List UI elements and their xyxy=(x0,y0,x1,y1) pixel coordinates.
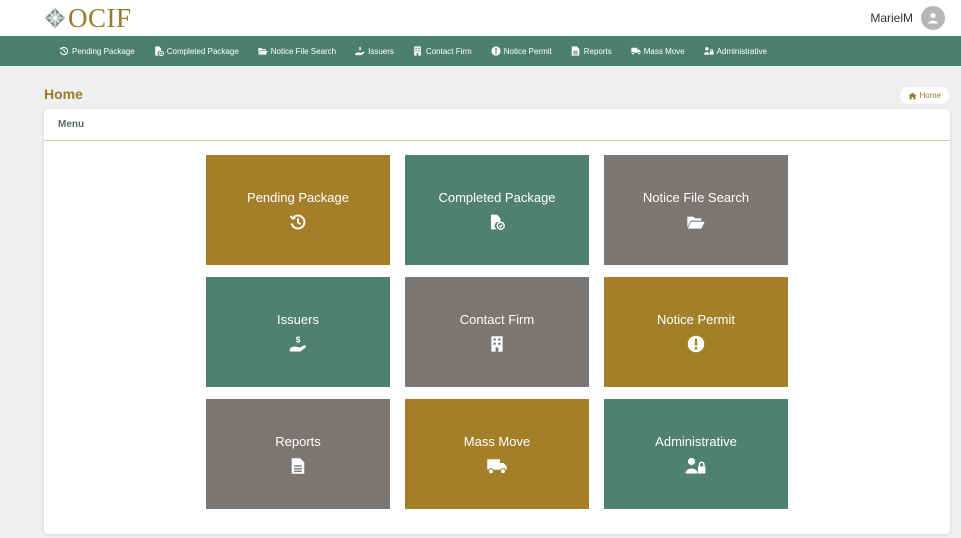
nav-label: Mass Move xyxy=(643,46,685,56)
avatar[interactable] xyxy=(921,6,945,30)
tile-label: Mass Move xyxy=(463,433,531,449)
building-icon xyxy=(490,335,504,353)
building-icon xyxy=(413,46,423,56)
tile-contact-firm[interactable]: Contact Firm xyxy=(405,277,589,387)
truck-icon xyxy=(486,457,508,475)
exclamation-circle-icon xyxy=(491,46,501,56)
nav-mass-move[interactable]: Mass Move xyxy=(631,46,685,56)
tile-label: Notice File Search xyxy=(642,189,750,205)
users-lock-icon xyxy=(703,46,714,56)
tile-issuers[interactable]: Issuers $ xyxy=(206,277,390,387)
tile-label: Issuers xyxy=(277,311,319,327)
main-nav: Pending Package Completed Package Notice… xyxy=(0,36,961,66)
nav-label: Notice File Search xyxy=(270,46,337,56)
tile-mass-move[interactable]: Mass Move xyxy=(405,399,589,509)
nav-label: Administrative xyxy=(716,46,767,56)
file-check-icon xyxy=(489,213,505,231)
user-menu[interactable]: MarielM xyxy=(870,6,945,30)
nav-issuers[interactable]: $ Issuers xyxy=(355,46,394,56)
home-icon xyxy=(908,92,917,100)
nav-notice-file-search[interactable]: Notice File Search xyxy=(258,46,336,56)
truck-icon xyxy=(631,46,641,56)
ocif-logo[interactable]: OCIF xyxy=(44,4,132,32)
menu-panel: Menu Pending Package Completed Package N… xyxy=(44,109,950,534)
user-icon xyxy=(928,13,938,24)
nav-contact-firm[interactable]: Contact Firm xyxy=(413,46,472,56)
tile-label: Administrative xyxy=(655,433,737,449)
tile-label: Notice Permit xyxy=(656,311,736,327)
panel-title: Menu xyxy=(44,109,950,141)
tile-notice-file-search[interactable]: Notice File Search xyxy=(604,155,788,265)
hand-dollar-icon: $ xyxy=(288,335,308,353)
exclamation-circle-icon xyxy=(687,335,705,353)
nav-label: Notice Permit xyxy=(503,46,552,56)
logo-text: OCIF xyxy=(68,3,132,33)
tile-reports[interactable]: Reports xyxy=(206,399,390,509)
history-icon xyxy=(59,46,69,56)
tile-label: Pending Package xyxy=(247,189,349,205)
nav-completed-package[interactable]: Completed Package xyxy=(154,46,239,56)
tile-label: Reports xyxy=(275,433,321,449)
tile-completed-package[interactable]: Completed Package xyxy=(405,155,589,265)
breadcrumb[interactable]: Home xyxy=(899,87,949,104)
nav-pending-package[interactable]: Pending Package xyxy=(59,46,135,56)
svg-text:$: $ xyxy=(359,46,362,51)
file-check-icon xyxy=(154,46,164,56)
page-title: Home xyxy=(44,86,83,102)
top-header: OCIF MarielM xyxy=(0,0,961,36)
tile-administrative[interactable]: Administrative xyxy=(604,399,788,509)
tile-label: Completed Package xyxy=(438,189,556,205)
diamond-logo-icon xyxy=(45,8,65,28)
folder-open-icon xyxy=(686,213,706,231)
file-text-icon xyxy=(571,46,581,56)
nav-label: Issuers xyxy=(368,46,394,56)
users-lock-icon xyxy=(685,457,707,475)
svg-text:$: $ xyxy=(296,335,301,344)
tile-label: Contact Firm xyxy=(459,311,535,327)
tile-notice-permit[interactable]: Notice Permit xyxy=(604,277,788,387)
nav-administrative[interactable]: Administrative xyxy=(703,46,767,56)
folder-open-icon xyxy=(258,46,268,56)
breadcrumb-home: Home xyxy=(919,91,941,100)
nav-reports[interactable]: Reports xyxy=(571,46,612,56)
file-text-icon xyxy=(291,457,305,475)
nav-label: Completed Package xyxy=(166,46,239,56)
history-icon xyxy=(289,213,307,231)
tile-pending-package[interactable]: Pending Package xyxy=(206,155,390,265)
nav-label: Pending Package xyxy=(72,46,135,56)
hand-dollar-icon: $ xyxy=(355,46,365,56)
nav-label: Contact Firm xyxy=(425,46,472,56)
nav-label: Reports xyxy=(583,46,612,56)
nav-notice-permit[interactable]: Notice Permit xyxy=(491,46,552,56)
username: MarielM xyxy=(870,11,913,25)
